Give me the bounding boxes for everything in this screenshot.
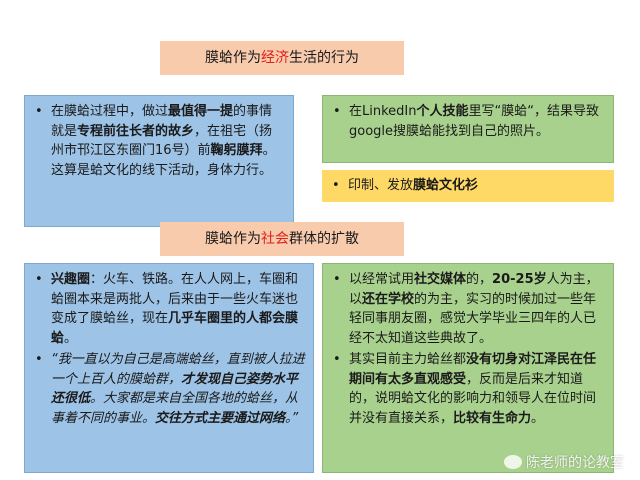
italic-text: 。” [285, 410, 299, 426]
watermark-text: 陈老师的论教室 [526, 455, 624, 471]
bold-text: 个人技能 [416, 104, 469, 119]
wechat-icon [504, 455, 522, 469]
heading-highlight: 社会 [261, 231, 289, 247]
watermark: 陈老师的论教室 [504, 452, 624, 472]
bold-text: 专程前往长者的故乡 [77, 123, 195, 139]
bold-text: 比较有生命力 [453, 410, 532, 426]
text: 在LinkedIn [349, 104, 417, 119]
economic-point-linkedin: 在LinkedIn个人技能里写“膜蛤“，结果导致google搜膜蛤能找到自己的照… [322, 95, 614, 163]
bold-text: 兴趣圈 [51, 272, 91, 287]
economic-point-left: 在膜蛤过程中，做过最值得一提的事情就是专程前往长者的故乡，在祖宅（扬州市邗江区东… [24, 95, 294, 227]
bullet-item: 其实目前主力蛤丝都没有切身对江泽民在任期间有太多直观感受，反而是后来才知道的，说… [333, 350, 605, 428]
section-heading-social: 膜蛤作为社会群体的扩散 [160, 222, 404, 256]
bullet-item: 以经常试用社交媒体的，20-25岁人为主，以还在学校的为主，实习的时候加过一些年… [333, 270, 605, 348]
section-heading-economic: 膜蛤作为经济生活的行为 [160, 41, 404, 75]
bold-text: 社交媒体 [414, 272, 467, 287]
social-points-left: 兴趣圈：火车、铁路。在人人网上，车圈和蛤圈本来是两批人，后来由于一些火车迷也变成… [24, 263, 314, 473]
text: 其实目前主力蛤丝都 [349, 352, 467, 367]
heading-text: 群体的扩散 [289, 231, 359, 247]
heading-highlight: 经济 [261, 50, 289, 66]
text: 印制、发放 [348, 178, 414, 193]
text: 在膜蛤过程中，做过 [51, 104, 169, 119]
text: 的， [466, 272, 493, 287]
bold-text: 膜蛤文化衫 [413, 178, 479, 193]
social-points-right: 以经常试用社交媒体的，20-25岁人为主，以还在学校的为主，实习的时候加过一些年… [322, 263, 614, 473]
heading-text: 膜蛤作为 [205, 231, 261, 247]
heading-text: 膜蛤作为 [205, 50, 261, 66]
bold-text: 鞠躬膜拜 [210, 143, 263, 158]
heading-text: 生活的行为 [289, 50, 359, 66]
bold-text: 还在学校 [362, 291, 415, 307]
bullet-item: 在LinkedIn个人技能里写“膜蛤“，结果导致google搜膜蛤能找到自己的照… [333, 102, 605, 141]
text: 。 [64, 330, 78, 346]
bullet-item: 在膜蛤过程中，做过最值得一提的事情就是专程前往长者的故乡，在祖宅（扬州市邗江区东… [35, 102, 285, 180]
bold-text: 最值得一提 [168, 104, 234, 119]
bullet-item-quote: “我一直以为自己是高端蛤丝，直到被人拉进一个上百人的膜蛤群，才发现自己姿势水平还… [35, 350, 305, 428]
bold-italic-text: 交往方式主要通过网络 [155, 410, 286, 426]
bold-text: 20-25岁 [492, 272, 547, 287]
text: 。 [531, 410, 545, 426]
text: 以经常试用 [349, 272, 415, 287]
economic-point-tshirt: 印制、发放膜蛤文化衫 [322, 170, 614, 202]
bullet-item: 兴趣圈：火车、铁路。在人人网上，车圈和蛤圈本来是两批人，后来由于一些火车迷也变成… [35, 270, 305, 348]
bullet-item: 印制、发放膜蛤文化衫 [332, 176, 606, 196]
